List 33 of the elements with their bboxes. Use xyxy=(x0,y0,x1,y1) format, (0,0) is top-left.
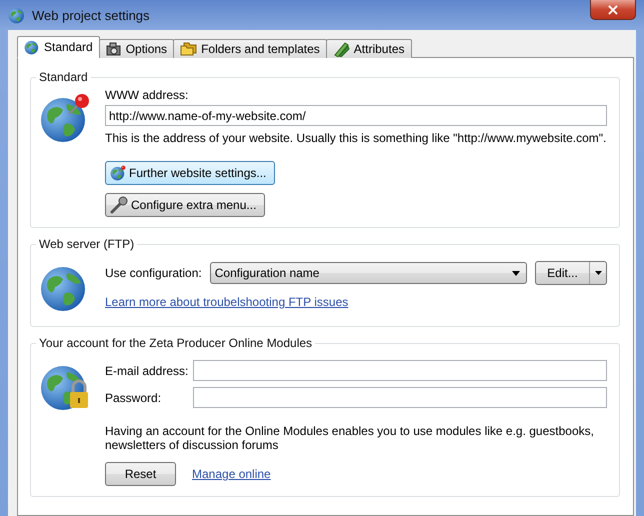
tab[interactable]: Folders and templates xyxy=(173,39,327,58)
dropdown-arrow-icon xyxy=(594,271,602,275)
camera-icon xyxy=(106,42,122,56)
configuration-dropdown[interactable]: Configuration name xyxy=(210,262,527,284)
globe-icon xyxy=(24,39,40,55)
reset-button[interactable]: Reset xyxy=(105,462,176,486)
email-field[interactable] xyxy=(193,360,607,381)
close-button[interactable]: × xyxy=(590,0,636,20)
globe-pin-icon xyxy=(39,92,91,144)
info-text: Having an account for the Online Modules enables you to use modules like e.g. guestbooks, newsletters of discussion forums xyxy=(105,424,595,452)
tab[interactable]: Attributes xyxy=(326,39,412,58)
edit-split-button[interactable]: Edit... xyxy=(535,261,607,285)
folder-icon xyxy=(180,42,198,56)
tab[interactable]: Standard xyxy=(17,36,100,58)
window-title: Web project settings xyxy=(32,8,150,22)
field-label: Password: xyxy=(105,390,162,404)
password-field[interactable] xyxy=(193,387,607,408)
tab[interactable]: Options xyxy=(98,39,174,58)
field-label: Use configuration: xyxy=(105,266,202,280)
group-title: Your account for the Zeta Producer Online Modules xyxy=(38,336,314,350)
globe-icon xyxy=(8,6,26,24)
hint-text: This is the address of your website. Usually this is something like "http://www.mywebsite.com". xyxy=(105,131,607,145)
action-button[interactable]: Further website settings... xyxy=(105,161,276,185)
field-label: WWW address: xyxy=(105,88,190,102)
field-label: E-mail address: xyxy=(105,364,190,378)
manage-link[interactable]: Manage online xyxy=(192,467,271,481)
dropdown-arrow-icon xyxy=(512,270,520,276)
globe-pin-icon xyxy=(110,165,126,181)
group-title: Standard xyxy=(38,70,89,84)
group-title: Web server (FTP) xyxy=(38,237,136,251)
action-button[interactable]: Configure extra menu... xyxy=(105,193,266,217)
help-link[interactable]: Learn more about troubelshooting FTP issues xyxy=(105,295,607,309)
address-field[interactable]: http://www.name-of-my-website.com/ xyxy=(105,105,607,126)
